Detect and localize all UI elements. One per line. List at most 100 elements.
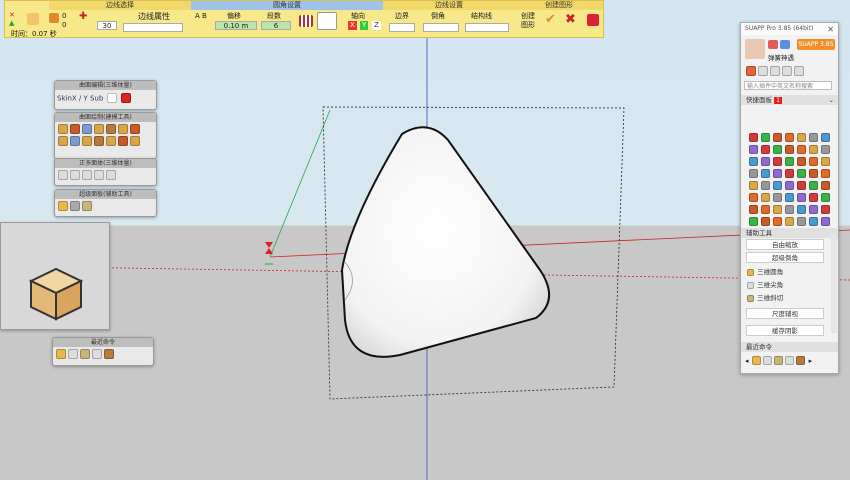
paint-tab-icon[interactable] — [770, 66, 780, 76]
quick-tool-icon[interactable] — [808, 180, 818, 190]
quick-tool-icon[interactable] — [808, 144, 818, 154]
list-tab-icon[interactable] — [758, 66, 768, 76]
border-field[interactable] — [389, 23, 415, 32]
surface-tool-11-icon[interactable] — [94, 136, 104, 146]
surface-tool-1-icon[interactable] — [58, 124, 68, 134]
quick-tool-icon[interactable] — [784, 192, 794, 202]
edge-select-icon[interactable] — [49, 13, 59, 23]
quick-tool-icon[interactable] — [808, 168, 818, 178]
dodecahedron-icon[interactable] — [94, 170, 104, 180]
scrollbar[interactable] — [831, 233, 837, 333]
quick-tool-icon[interactable] — [760, 180, 770, 190]
cube-icon[interactable] — [58, 170, 68, 180]
fillet-3d-item[interactable]: 三维圆角 — [746, 267, 826, 277]
version-badge[interactable]: SUAPP 3.85 — [797, 39, 835, 50]
surface-tool-7-icon[interactable] — [130, 124, 140, 134]
quick-tool-icon[interactable] — [808, 156, 818, 166]
edge-props-field[interactable] — [123, 23, 183, 32]
super-chamfer-button[interactable]: 超级倒角 — [746, 252, 824, 263]
axis-x-button[interactable]: X — [348, 21, 357, 30]
axis-y-button[interactable]: Y — [360, 21, 369, 30]
quick-tool-icon[interactable] — [808, 216, 818, 226]
quick-tool-icon[interactable] — [760, 204, 770, 214]
box-tool-icon[interactable] — [58, 201, 68, 211]
quick-tool-icon[interactable] — [796, 156, 806, 166]
collapse-icon[interactable]: ⌄ — [829, 95, 834, 105]
surface-tool-3-icon[interactable] — [82, 124, 92, 134]
play-icon[interactable] — [106, 93, 117, 103]
surface-tool-14-icon[interactable] — [130, 136, 140, 146]
angle-field[interactable]: 30 — [97, 21, 117, 30]
quick-tool-icon[interactable] — [820, 156, 830, 166]
quick-tool-icon[interactable] — [796, 144, 806, 154]
quick-tool-icon[interactable] — [772, 156, 782, 166]
quick-tool-icon[interactable] — [748, 192, 758, 202]
quick-tool-icon[interactable] — [760, 132, 770, 142]
rounded-triangle-model[interactable] — [340, 126, 550, 358]
quick-tool-icon[interactable] — [796, 180, 806, 190]
quick-tool-icon[interactable] — [784, 144, 794, 154]
red-app-icon[interactable] — [768, 40, 778, 49]
quick-tool-icon[interactable] — [784, 132, 794, 142]
quick-tool-icon[interactable] — [760, 216, 770, 226]
quick-tool-icon[interactable] — [808, 132, 818, 142]
quick-tool-icon[interactable] — [748, 156, 758, 166]
prev-arrow-icon[interactable]: ◂ — [745, 357, 749, 365]
quick-tool-icon[interactable] — [820, 132, 830, 142]
recent-box-icon[interactable] — [56, 349, 66, 359]
quick-tool-icon[interactable] — [772, 168, 782, 178]
quick-tool-icon[interactable] — [748, 144, 758, 154]
sharp-3d-item[interactable]: 三维尖角 — [746, 280, 826, 290]
exit-icon[interactable] — [587, 14, 599, 26]
surface-tool-5-icon[interactable] — [106, 124, 116, 134]
cache-shadow-button[interactable]: 缓存阴影 — [746, 325, 824, 336]
close-icon[interactable]: ✕ — [827, 25, 834, 34]
quick-tool-icon[interactable] — [760, 192, 770, 202]
struct-field[interactable] — [465, 23, 509, 32]
axis-z-button[interactable]: Z — [372, 21, 381, 30]
quick-tool-icon[interactable] — [808, 204, 818, 214]
quick-tool-icon[interactable] — [784, 180, 794, 190]
quick-tool-icon[interactable] — [820, 180, 830, 190]
surface-tool-8-icon[interactable] — [58, 136, 68, 146]
menu-tab-icon[interactable] — [794, 66, 804, 76]
sphere-tool-icon[interactable] — [70, 201, 80, 211]
quick-tool-icon[interactable] — [772, 144, 782, 154]
surface-tool-13-icon[interactable] — [118, 136, 128, 146]
next-arrow-icon[interactable]: ▸ — [809, 357, 813, 365]
surface-tool-4-icon[interactable] — [94, 124, 104, 134]
quick-tool-icon[interactable] — [772, 180, 782, 190]
skin-label[interactable]: SkinX / Y Sub — [57, 95, 103, 103]
surface-tool-2-icon[interactable] — [70, 124, 80, 134]
recent-tool-icon[interactable] — [104, 349, 114, 359]
surface-tool-12-icon[interactable] — [106, 136, 116, 146]
recent-3-icon[interactable] — [774, 356, 784, 365]
home-tab-icon[interactable] — [746, 66, 756, 76]
quick-tool-icon[interactable] — [820, 216, 830, 226]
modeling-viewport[interactable] — [0, 0, 850, 480]
plus-icon[interactable]: ✚ — [79, 12, 87, 22]
blue-app-icon[interactable] — [780, 40, 790, 49]
recent-cylinder-icon[interactable] — [80, 349, 90, 359]
quick-tool-icon[interactable] — [820, 192, 830, 202]
stop-icon[interactable] — [121, 93, 132, 103]
quick-panel-header[interactable]: 快捷面板 1 ⌄ — [741, 95, 838, 105]
quick-tool-icon[interactable] — [820, 204, 830, 214]
cancel-x-icon[interactable]: ✖ — [565, 13, 577, 26]
circle-tool-icon[interactable] — [27, 13, 39, 25]
octahedron-icon[interactable] — [82, 170, 92, 180]
aux-tools-header[interactable]: 辅助工具 — [741, 228, 838, 238]
cylinder-tool-icon[interactable] — [82, 201, 92, 211]
quick-tool-icon[interactable] — [748, 132, 758, 142]
recent-tetra-icon[interactable] — [68, 349, 78, 359]
quick-tool-icon[interactable] — [808, 192, 818, 202]
quick-tool-icon[interactable] — [760, 168, 770, 178]
recent-curve-icon[interactable] — [92, 349, 102, 359]
recent-5-icon[interactable] — [796, 356, 806, 365]
recent-commands-header[interactable]: 最近命令 — [741, 342, 838, 352]
quick-tool-icon[interactable] — [796, 192, 806, 202]
offset-field[interactable]: 0.10 m — [215, 21, 257, 30]
quick-tool-icon[interactable] — [796, 168, 806, 178]
segments-field[interactable]: 6 — [261, 21, 291, 30]
search-tab-icon[interactable] — [782, 66, 792, 76]
